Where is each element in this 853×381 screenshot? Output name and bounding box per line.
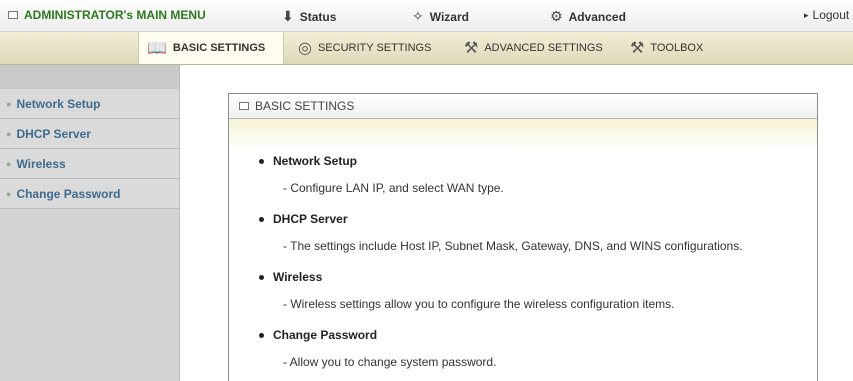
- wizard-icon: ✧: [412, 8, 424, 24]
- basic-settings-panel: BASIC SETTINGS Network Setup - Configure…: [228, 93, 818, 381]
- advanced-icon: ⚙: [550, 8, 563, 24]
- sidebar-item-wireless[interactable]: ● Wireless: [0, 149, 179, 179]
- panel-title: BASIC SETTINGS: [255, 99, 355, 113]
- advanced-settings-icon: ⚒: [464, 40, 479, 57]
- entry-wireless-title[interactable]: Wireless: [258, 270, 322, 284]
- sidebar-item-label: DHCP Server: [16, 126, 91, 141]
- caret-right-icon: ▸: [804, 9, 809, 20]
- sidebar-item-change-password[interactable]: ● Change Password: [0, 179, 179, 209]
- security-settings-icon: ◎: [298, 40, 312, 57]
- sidebar: ● Network Setup ● DHCP Server ● Wireless…: [0, 65, 180, 381]
- panel-header: BASIC SETTINGS: [229, 94, 817, 119]
- tab-security-settings-label: SECURITY SETTINGS: [317, 42, 432, 54]
- bullet-icon: ●: [6, 98, 12, 109]
- tab-security-settings[interactable]: ◎ SECURITY SETTINGS: [290, 32, 450, 64]
- status-icon: ⬇: [282, 8, 294, 24]
- tab-basic-settings[interactable]: 📖 BASIC SETTINGS: [138, 32, 284, 64]
- entry-dhcp-server-title[interactable]: DHCP Server: [258, 212, 347, 226]
- nav-status-button[interactable]: ⬇ Status: [282, 8, 336, 25]
- nav-advanced-label: Advanced: [568, 9, 626, 24]
- admin-main-menu-label: ADMINISTRATOR's MAIN MENU: [24, 8, 206, 22]
- entry-dhcp-server-desc: - The settings include Host IP, Subnet M…: [283, 239, 743, 253]
- settings-tab-bar: 📖 BASIC SETTINGS ◎ SECURITY SETTINGS ⚒ A…: [0, 32, 853, 65]
- nav-wizard-button[interactable]: ✧ Wizard: [412, 8, 469, 25]
- tab-basic-settings-label: BASIC SETTINGS: [172, 42, 266, 54]
- tab-advanced-settings-label: ADVANCED SETTINGS: [484, 42, 603, 54]
- menu-square-icon: [8, 11, 18, 19]
- entry-network-setup-title[interactable]: Network Setup: [258, 154, 357, 168]
- sidebar-item-label: Network Setup: [16, 96, 101, 111]
- bullet-icon: ●: [6, 188, 12, 199]
- admin-main-menu[interactable]: ADMINISTRATOR's MAIN MENU: [8, 8, 206, 22]
- nav-advanced-button[interactable]: ⚙ Advanced: [550, 8, 626, 25]
- panel-gradient-band: [229, 119, 817, 151]
- nav-status-label: Status: [299, 9, 337, 24]
- sidebar-item-label: Wireless: [16, 156, 66, 171]
- nav-wizard-label: Wizard: [429, 9, 469, 24]
- toolbox-icon: ⚒: [630, 40, 645, 57]
- sidebar-header: [0, 65, 179, 89]
- entry-wireless-desc: - Wireless settings allow you to configu…: [283, 297, 675, 311]
- entry-network-setup-desc: - Configure LAN IP, and select WAN type.: [283, 181, 504, 195]
- entry-change-password-title[interactable]: Change Password: [258, 328, 377, 342]
- basic-settings-icon: 📖: [147, 40, 167, 57]
- sidebar-item-dhcp-server[interactable]: ● DHCP Server: [0, 119, 179, 149]
- tab-toolbox[interactable]: ⚒ TOOLBOX: [622, 32, 732, 64]
- tab-advanced-settings[interactable]: ⚒ ADVANCED SETTINGS: [456, 32, 616, 64]
- tab-toolbox-label: TOOLBOX: [650, 42, 704, 54]
- top-menu-bar: ADMINISTRATOR's MAIN MENU ⬇ Status ✧ Wiz…: [0, 0, 853, 32]
- sidebar-item-network-setup[interactable]: ● Network Setup: [0, 89, 179, 119]
- bullet-icon: ●: [6, 128, 12, 139]
- entry-change-password-desc: - Allow you to change system password.: [283, 355, 497, 369]
- bullet-icon: ●: [6, 158, 12, 169]
- sidebar-item-label: Change Password: [16, 186, 121, 201]
- logout-link[interactable]: ▸ Logout: [804, 8, 849, 22]
- panel-square-icon: [239, 102, 249, 110]
- logout-label: Logout: [812, 8, 850, 22]
